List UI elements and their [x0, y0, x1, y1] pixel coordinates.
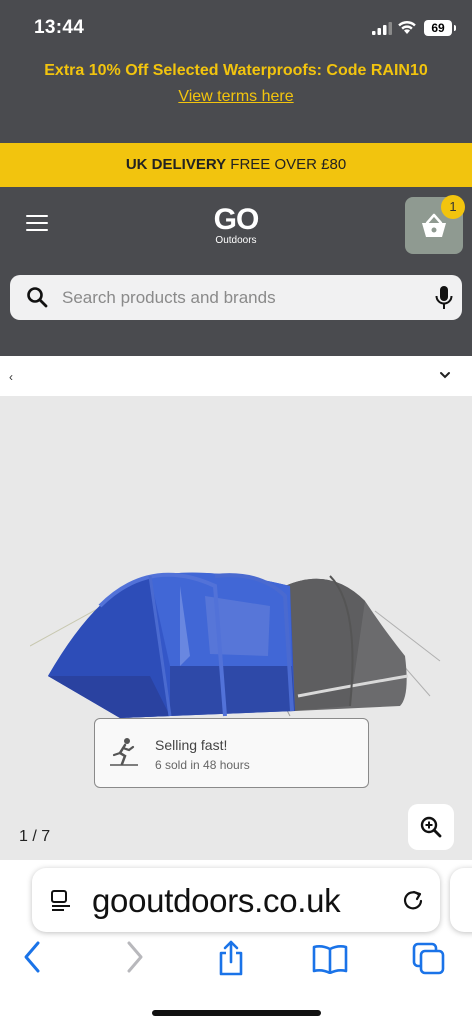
promo-text: Extra 10% Off Selected Waterproofs: Code…: [44, 62, 428, 79]
page: 13:44 69 Extra 10% Off Selected Waterpro…: [0, 0, 472, 1024]
logo[interactable]: GO Outdoors: [206, 203, 266, 247]
mic-icon[interactable]: [434, 285, 454, 311]
chevron-down-icon[interactable]: [438, 368, 452, 382]
zoom-button[interactable]: [408, 804, 454, 850]
logo-main: GO: [213, 203, 260, 236]
running-person-icon: [110, 738, 138, 766]
product-gallery[interactable]: Selling fast! 6 sold in 48 hours 1 / 7: [0, 396, 472, 860]
logo-sub: Outdoors: [215, 235, 257, 246]
bookmarks-icon[interactable]: [312, 944, 348, 974]
back-arrow-icon[interactable]: [22, 940, 42, 974]
battery-indicator: 69: [424, 20, 456, 36]
zoom-in-icon: [420, 816, 442, 838]
reload-icon[interactable]: [402, 889, 424, 911]
selling-fast-badge: Selling fast! 6 sold in 48 hours: [94, 718, 369, 788]
search-icon: [27, 287, 48, 308]
home-indicator[interactable]: [152, 1010, 321, 1016]
browser-chrome: gooutdoors.co.uk: [0, 860, 472, 1024]
promo-terms-link[interactable]: View terms here: [178, 88, 293, 106]
share-icon[interactable]: [216, 940, 246, 976]
promo-banner: Extra 10% Off Selected Waterproofs: Code…: [0, 62, 472, 106]
url-text: gooutdoors.co.uk: [92, 882, 341, 919]
basket-button[interactable]: 1: [405, 195, 465, 254]
selling-fast-title: Selling fast!: [155, 737, 228, 753]
status-time: 13:44: [34, 17, 85, 38]
status-bar: 13:44 69: [0, 0, 472, 56]
reader-icon[interactable]: [50, 890, 74, 912]
breadcrumb-back[interactable]: ‹: [9, 370, 13, 384]
delivery-banner: UK DELIVERY FREE OVER £80: [0, 143, 472, 187]
delivery-text: FREE OVER £80: [226, 156, 347, 173]
product-nav: ‹: [0, 356, 472, 396]
basket-count-badge: 1: [441, 195, 465, 219]
delivery-bold: UK DELIVERY: [125, 156, 227, 173]
search-input[interactable]: [62, 275, 402, 320]
menu-icon[interactable]: [26, 215, 48, 233]
tent-image: [30, 572, 441, 718]
tabs-icon[interactable]: [412, 942, 446, 976]
selling-fast-subtitle: 6 sold in 48 hours: [155, 758, 250, 772]
site-header: GO Outdoors 1: [0, 187, 472, 267]
next-tab-preview[interactable]: [450, 868, 472, 932]
forward-arrow-icon[interactable]: [125, 940, 145, 974]
search-bar: [10, 275, 462, 320]
signal-icon: [372, 22, 392, 35]
product-section: ‹ Selling fast! 6 sold in 48 hours 1 / 7: [0, 356, 472, 860]
address-bar[interactable]: gooutdoors.co.uk: [32, 868, 440, 932]
basket-icon: [422, 213, 446, 237]
image-counter: 1 / 7: [19, 828, 51, 845]
wifi-icon: [398, 20, 416, 34]
browser-toolbar: [0, 940, 472, 980]
